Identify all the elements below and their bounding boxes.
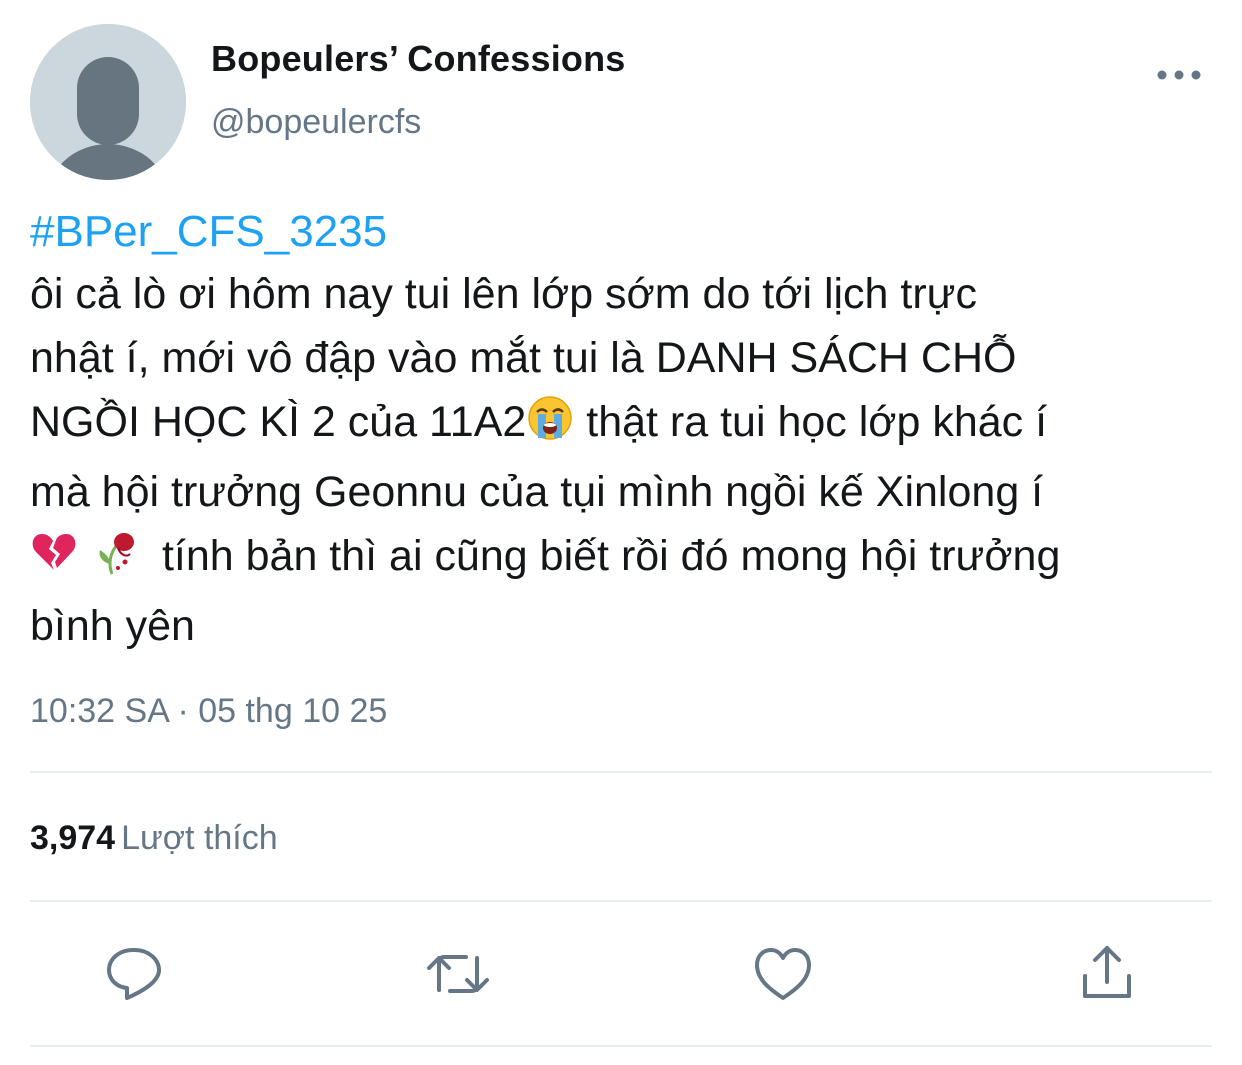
avatar[interactable] [30, 24, 186, 180]
tweet-text-segment: NGỒI HỌC KÌ 2 của 11A2 [30, 398, 527, 446]
author-display-name[interactable]: Bopeulers’ Confessions [211, 38, 626, 80]
wilted-flower-emoji [92, 528, 140, 594]
tweet-text-line: bình yên [30, 602, 195, 650]
divider [30, 771, 1212, 773]
author-handle[interactable]: @bopeulercfs [211, 103, 421, 142]
share-button[interactable] [1073, 940, 1141, 1008]
loudly-crying-face-emoji [526, 394, 574, 460]
likes-count: 3,974 [30, 819, 116, 857]
tweet-timestamp[interactable]: 10:32 SA · 05 thg 10 25 [30, 692, 387, 731]
divider [30, 900, 1212, 902]
tweet-text-segment: tính bản thì ai cũng biết rồi đó mong hộ… [150, 532, 1061, 580]
hashtag-link[interactable]: #BPer_CFS_3235 [30, 207, 387, 257]
tweet-text-line: ôi cả lò ơi hôm nay tui lên lớp sớm do t… [30, 270, 977, 318]
tweet-card: Bopeulers’ Confessions @bopeulercfs #BPe… [0, 0, 1242, 1065]
heart-icon [755, 948, 811, 1000]
broken-heart-emoji [30, 528, 78, 594]
share-icon [1083, 946, 1131, 998]
likes-stat[interactable]: 3,974 Lượt thích [30, 819, 278, 858]
tweet-text-segment: thật ra tui học lớp khác í [574, 398, 1048, 446]
like-button[interactable] [749, 940, 817, 1008]
tweet-text-line: NGỒI HỌC KÌ 2 của 11A2 thật ra tui học l… [30, 390, 1230, 460]
tweet-text-line: tính bản thì ai cũng biết rồi đó mong hộ… [30, 524, 1230, 594]
more-horizontal-icon [1157, 70, 1201, 80]
tweet-text-line: nhật í, mới vô đập vào mắt tui là DANH S… [30, 334, 1017, 382]
tweet-text-line: mà hội trưởng Geonnu của tụi mình ngồi k… [30, 468, 1044, 516]
reply-button[interactable] [101, 940, 169, 1008]
default-avatar-icon [30, 24, 186, 180]
reply-icon [107, 948, 161, 1000]
more-options-button[interactable] [1152, 58, 1208, 92]
divider [30, 1045, 1212, 1047]
retweet-button[interactable] [424, 940, 492, 1008]
likes-label: Lượt thích [121, 819, 278, 857]
tweet-text: ôi cả lò ơi hôm nay tui lên lớp sớm do t… [30, 262, 1230, 658]
retweet-icon [427, 955, 489, 993]
